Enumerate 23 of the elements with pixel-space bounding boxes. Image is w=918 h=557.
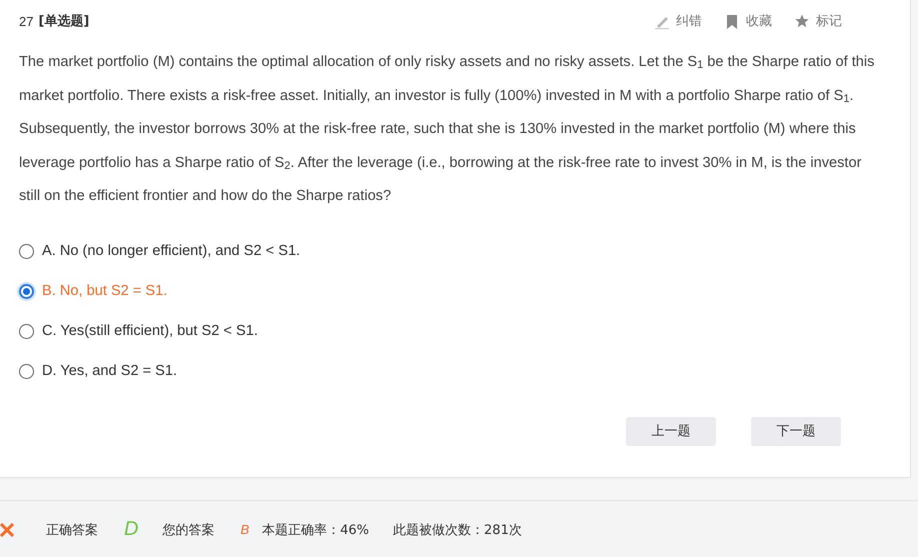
action-link[interactable]: 标记 <box>794 12 842 30</box>
radio-button[interactable] <box>19 324 34 338</box>
accuracy-text: 本题正确率：46% <box>262 522 370 538</box>
question-type: [单选题] <box>38 13 90 30</box>
previous-button[interactable]: 上一题 <box>626 416 716 446</box>
option-label[interactable]: C. Yes(still efficient), but S2 < S1. <box>42 323 258 339</box>
option-label[interactable]: A. No (no longer efficient), and S2 < S1. <box>42 243 300 259</box>
radio-button[interactable] <box>19 284 34 298</box>
attempts-text: 此题被做次数：281次 <box>393 522 522 538</box>
action-link[interactable]: 纠错 <box>654 12 702 30</box>
option-label[interactable]: D. Yes, and S2 = S1. <box>42 363 178 379</box>
question-text: The market portfolio (M) contains the optimal allocation of only risky assets and no risky assets. Let the S$_{1}$ be the Sharpe ratio of this market portfolio. There exists a risk-free asset. Initially, an investor is fully (100%) invested in M with a portfolio Sharpe ratio of S$_{1}$. Subsequently, the investor borrows 30% at the risk-free rate, such that she is 130% invested in the market portfolio (M) where this leverage portfolio has a Sharpe ratio of S$_{2}$. After the leverage (i.e., borrowing at the risk-free rate to invest 30% in M, is the investor still on the efficient frontier and how do the Sharpe ratios? <box>19 53 876 206</box>
correct-answer-label: 正确答案 <box>46 522 98 538</box>
your-answer: B <box>240 522 250 537</box>
action-link[interactable]: 收藏 <box>724 12 772 30</box>
radio-button[interactable] <box>19 244 34 258</box>
next-button[interactable]: 下一题 <box>751 416 841 446</box>
your-answer-label: 您的答案 <box>162 522 214 538</box>
radio-button[interactable] <box>19 364 34 378</box>
star-icon <box>794 12 810 30</box>
question-number: 27 <box>19 14 34 28</box>
correct-answer: D <box>124 518 138 541</box>
bookmark-icon <box>724 12 740 30</box>
